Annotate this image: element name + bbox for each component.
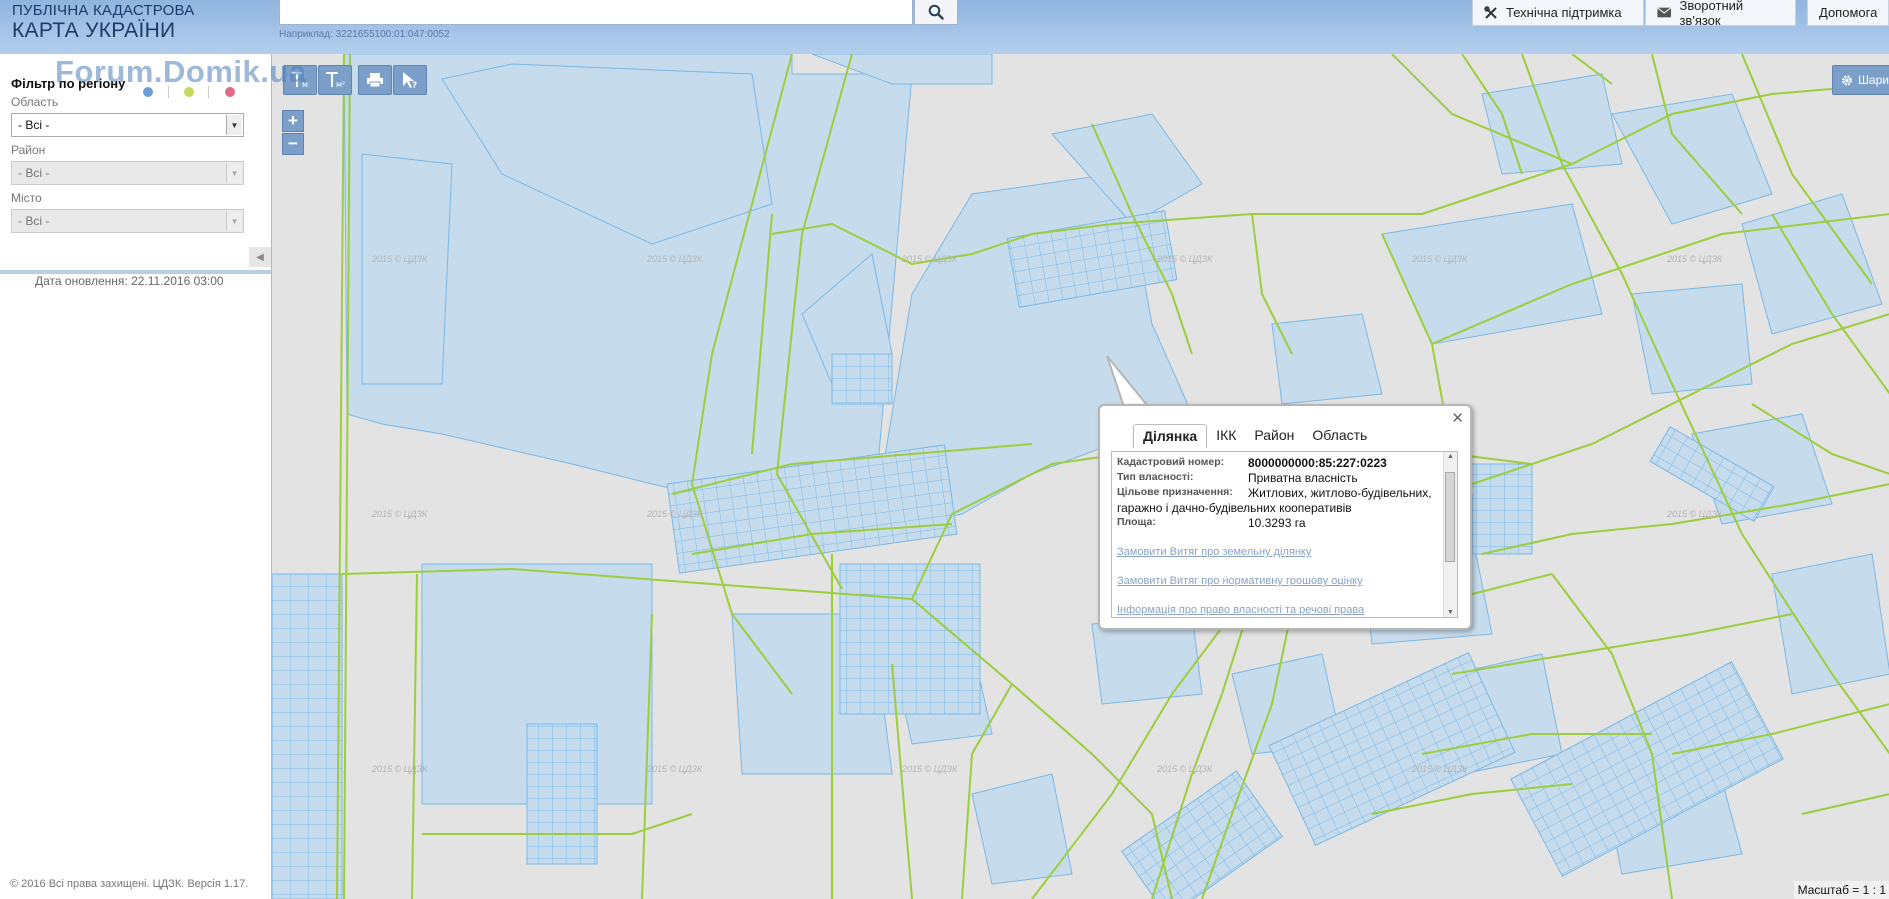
purpose-value-cont: гаражно і дачно-будівельних кооперативів [1117,501,1352,515]
forum-watermark: Forum.Domik.ua [55,54,307,89]
purpose-value: Житлових, житлово-будівельних, [1248,486,1432,500]
tile-watermark: 2015 © ЦДЗК [372,254,428,264]
purpose-key: Цільове призначення: [1117,486,1233,498]
tile-watermark: 2015 © ЦДЗК [1157,254,1213,264]
layers-button[interactable]: Шари [1832,65,1889,95]
city-label: Місто [11,191,42,205]
scroll-down-icon[interactable]: ▼ [1447,609,1454,616]
zoom-out-button[interactable]: − [282,133,304,155]
chevron-down-icon[interactable]: ▼ [226,115,242,135]
district-select-value: - Всі - [18,166,50,180]
collapse-sidebar-button[interactable]: ◀ [249,247,271,267]
tech-support-label: Технічна підтримка [1506,5,1622,20]
ownership-key: Тип власності: [1117,471,1194,483]
cadastral-number-value: 8000000000:85:227:0223 [1248,456,1387,470]
tile-watermark: 2015 © ЦДЗК [902,254,958,264]
tab-ikk[interactable]: ІКК [1207,424,1245,448]
tools-icon [1484,5,1497,19]
app-title[interactable]: ПУБЛІЧНА КАДАСТРОВА КАРТА УКРАЇНИ [12,3,194,41]
area-value: 10.3293 га [1248,516,1306,530]
city-select[interactable]: - Всі - ▼ [11,209,244,233]
app-title-line2: КАРТА УКРАЇНИ [12,19,176,42]
gear-icon [1841,74,1853,86]
parcel-info-popup: ✕ Ділянка ІКК Район Область Кадастровий … [1098,404,1472,630]
sidebar: Forum.Domik.ua Фільтр по регіону Область… [0,54,306,899]
tile-watermark: 2015 © ЦДЗК [647,509,703,519]
search-icon [928,4,944,20]
order-valuation-link[interactable]: Замовити Витяг про нормативну грошову оц… [1117,575,1363,587]
plus-icon: + [288,111,298,130]
svg-text:?: ? [412,81,417,90]
top-header: ПУБЛІЧНА КАДАСТРОВА КАРТА УКРАЇНИ Наприк… [0,0,1889,54]
tile-watermark: 2015 © ЦДЗК [1667,509,1723,519]
popup-tabs: Ділянка ІКК Район Область [1133,424,1376,448]
chevron-down-icon: ▼ [226,163,242,183]
area-key: Площа: [1117,516,1156,528]
tab-region[interactable]: Область [1303,424,1376,448]
svg-text:м²: м² [336,80,345,89]
identify-button[interactable]: ? [393,65,427,95]
area-icon: м² [326,72,345,89]
layers-label: Шари [1857,73,1889,87]
help-label: Допомога [1819,5,1878,20]
tile-watermark: 2015 © ЦДЗК [902,764,958,774]
cursor-question-icon: ? [403,72,417,90]
tile-watermark: 2015 © ЦДЗК [1667,254,1723,264]
tile-watermark: 2015 © ЦДЗК [647,764,703,774]
region-label: Область [11,95,59,109]
scale-indicator: Масштаб = 1 : 1 [1793,881,1889,899]
cadastral-search-input[interactable] [279,0,913,25]
map-canvas[interactable] [272,54,1889,899]
ownership-info-link[interactable]: Інформація про право власності та речові… [1117,604,1364,616]
cadastral-number-key: Кадастровий номер: [1117,456,1225,468]
district-label: Район [11,143,46,157]
scrollbar-thumb[interactable] [1445,472,1455,562]
app-title-line1: ПУБЛІЧНА КАДАСТРОВА [12,2,195,19]
tile-watermark: 2015 © ЦДЗК [647,254,703,264]
tile-watermark: 2015 © ЦДЗК [372,509,428,519]
close-icon[interactable]: ✕ [1451,409,1464,427]
order-extract-link[interactable]: Замовити Витяг про земельну ділянку [1117,546,1311,558]
popup-scrollbar[interactable]: ▲ ▼ [1443,452,1457,617]
district-select[interactable]: - Всі - ▼ [11,161,244,185]
print-button[interactable] [358,65,392,95]
region-select[interactable]: - Всі - ▼ [11,113,244,137]
copyright: © 2016 Всі права захищені. ЦДЗК. Версія … [10,878,249,890]
tile-watermark: 2015 © ЦДЗК [372,764,428,774]
chevron-down-icon: ▼ [226,211,242,231]
feedback-label: Зворотний зв'язок [1679,0,1744,28]
tech-support-button[interactable]: Технічна підтримка [1472,0,1644,26]
parcel-details: Кадастровий номер: 8000000000:85:227:022… [1111,451,1458,618]
tile-watermark: 2015 © ЦДЗК [1412,764,1468,774]
tab-parcel[interactable]: Ділянка [1133,424,1208,448]
update-date: Дата оновлення: 22.11.2016 03:00 [35,274,224,288]
region-select-value: - Всі - [18,118,50,132]
minus-icon: − [288,134,298,153]
tile-watermark: 2015 © ЦДЗК [1157,764,1213,774]
envelope-icon [1657,7,1672,18]
tile-watermark: 2015 © ЦДЗК [1412,254,1468,264]
city-select-value: - Всі - [18,214,50,228]
help-button[interactable]: Допомога [1807,0,1889,26]
search-hint: Наприклад: 3221655100:01:047:0052 [279,29,450,40]
feedback-button[interactable]: Зворотний зв'язок [1645,0,1796,28]
chevron-left-icon: ◀ [256,251,264,263]
printer-icon [367,73,383,88]
search-button[interactable] [914,0,958,25]
ownership-value: Приватна власність [1248,471,1358,485]
zoom-in-button[interactable]: + [282,110,304,132]
cadastral-map[interactable]: 2015 © ЦДЗК 2015 © ЦДЗК 2015 © ЦДЗК 2015… [271,54,1889,899]
tab-district[interactable]: Район [1245,424,1303,448]
measure-area-button[interactable]: м² [318,65,352,95]
scroll-up-icon[interactable]: ▲ [1447,453,1454,460]
